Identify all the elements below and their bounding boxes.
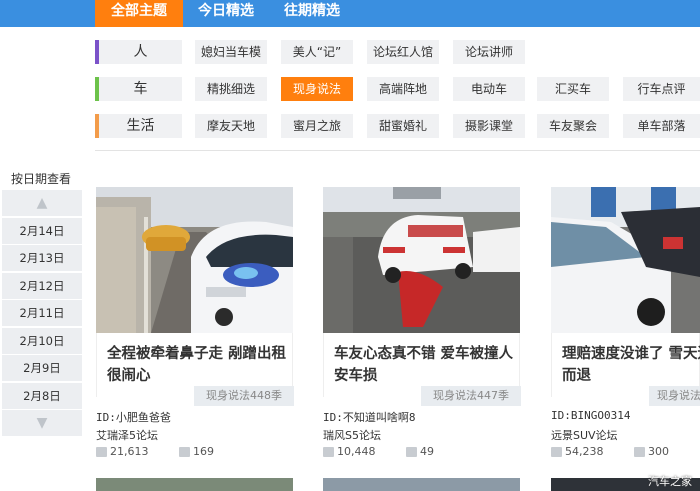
date-item[interactable]: 2月14日: [2, 217, 82, 244]
views-stat: 10,448: [323, 445, 376, 459]
article-stats: 21,613 169: [96, 445, 296, 459]
category-item[interactable]: 单车部落: [623, 114, 700, 138]
date-item[interactable]: 2月12日: [2, 272, 82, 299]
article-title[interactable]: 全程被牵着鼻子走 剐蹭出租很闹心: [107, 343, 292, 387]
date-item[interactable]: 2月10日: [2, 327, 82, 354]
article-card[interactable]: 车友心态真不错 爱车被撞人安车损 现身说法447季 ID:不知道叫啥啊8 瑞风S…: [323, 187, 548, 467]
date-nav-list: ▲ 2月14日 2月13日 2月12日 2月11日 2月10日 2月9日 2月8…: [2, 190, 82, 438]
category-item[interactable]: 论坛红人馆: [367, 40, 439, 64]
category-label: 人: [99, 40, 182, 64]
author-id[interactable]: ID:BINGO0314: [551, 409, 630, 422]
watermark: 汽车之家: [648, 475, 692, 488]
category-item[interactable]: 汇买车: [537, 77, 609, 101]
category-item-active[interactable]: 现身说法: [281, 77, 353, 101]
article-photo-next[interactable]: [323, 478, 520, 491]
tab-today-picks[interactable]: 今日精选: [183, 0, 269, 27]
article-photo[interactable]: [551, 187, 700, 333]
series-tag: 现身说法448季: [194, 386, 294, 406]
category-item[interactable]: 行车点评: [623, 77, 700, 101]
scroll-down-button[interactable]: ▼: [2, 410, 82, 436]
views-icon: [323, 447, 334, 457]
article-photo[interactable]: [96, 187, 293, 333]
category-item[interactable]: 媳妇当车模: [195, 40, 267, 64]
article-photo[interactable]: [323, 187, 520, 333]
category-row-people: 人 媳妇当车模 美人“记” 论坛红人馆 论坛讲师: [95, 40, 700, 64]
category-item[interactable]: 精挑细选: [195, 77, 267, 101]
replies-count: 49: [420, 445, 434, 458]
views-stat: 21,613: [96, 445, 149, 459]
article-title[interactable]: 车友心态真不错 爱车被撞人安车损: [334, 343, 519, 387]
forum-link[interactable]: 瑞风S5论坛: [323, 427, 381, 443]
views-count: 21,613: [110, 445, 149, 458]
category-label: 生活: [99, 114, 182, 138]
tab-past-picks[interactable]: 往期精选: [269, 0, 355, 27]
author-id[interactable]: ID:小肥鱼爸爸: [96, 409, 171, 425]
views-stat: 54,238: [551, 445, 604, 459]
scroll-up-button[interactable]: ▲: [2, 190, 82, 216]
category-item[interactable]: 摩友天地: [195, 114, 267, 138]
category-label: 车: [99, 77, 182, 101]
forum-link[interactable]: 远景SUV论坛: [551, 427, 618, 443]
author-id[interactable]: ID:不知道叫啥啊8: [323, 409, 416, 425]
chevron-down-icon: ▼: [36, 415, 48, 431]
date-item[interactable]: 2月8日: [2, 382, 82, 409]
article-stats: 54,238 300: [551, 445, 700, 459]
article-card[interactable]: 理赔速度没谁了 雪天追尾身而退 现身说法 ID:BINGO0314 远景SUV论…: [551, 187, 700, 467]
series-tag: 现身说法447季: [421, 386, 521, 406]
tab-all-topics[interactable]: 全部主题: [95, 0, 183, 27]
article-card[interactable]: 全程被牵着鼻子走 剐蹭出租很闹心 现身说法448季 ID:小肥鱼爸爸 艾瑞泽5论…: [96, 187, 321, 467]
views-count: 54,238: [565, 445, 604, 458]
category-item[interactable]: 摄影课堂: [453, 114, 525, 138]
views-count: 10,448: [337, 445, 376, 458]
forum-link[interactable]: 艾瑞泽5论坛: [96, 427, 158, 443]
date-item[interactable]: 2月9日: [2, 355, 82, 381]
divider: [95, 150, 700, 151]
category-item[interactable]: 美人“记”: [281, 40, 353, 64]
article-photo-next[interactable]: [96, 478, 293, 491]
category-item[interactable]: 甜蜜婚礼: [367, 114, 439, 138]
chevron-up-icon: ▲: [36, 195, 48, 211]
replies-count: 169: [193, 445, 214, 458]
category-item[interactable]: 车友聚会: [537, 114, 609, 138]
replies-stat: 49: [406, 445, 434, 459]
comment-icon: [179, 447, 190, 457]
article-stats: 10,448 49: [323, 445, 523, 459]
views-icon: [96, 447, 107, 457]
top-nav-bar: 全部主题 今日精选 往期精选: [0, 0, 700, 27]
date-item[interactable]: 2月13日: [2, 245, 82, 271]
category-item[interactable]: 论坛讲师: [453, 40, 525, 64]
article-title[interactable]: 理赔速度没谁了 雪天追尾身而退: [562, 343, 700, 387]
comment-icon: [634, 447, 645, 457]
category-item[interactable]: 蜜月之旅: [281, 114, 353, 138]
replies-stat: 169: [179, 445, 214, 459]
replies-stat: 300: [634, 445, 669, 459]
category-row-life: 生活 摩友天地 蜜月之旅 甜蜜婚礼 摄影课堂 车友聚会 单车部落: [95, 114, 700, 138]
page: 全部主题 今日精选 往期精选 人 媳妇当车模 美人“记” 论坛红人馆 论坛讲师 …: [0, 0, 700, 491]
views-icon: [551, 447, 562, 457]
category-item[interactable]: 电动车: [453, 77, 525, 101]
date-item[interactable]: 2月11日: [2, 300, 82, 326]
category-row-cars: 车 精挑细选 现身说法 高端阵地 电动车 汇买车 行车点评: [95, 77, 700, 101]
category-item[interactable]: 高端阵地: [367, 77, 439, 101]
date-nav-title: 按日期查看: [10, 172, 71, 186]
comment-icon: [406, 447, 417, 457]
replies-count: 300: [648, 445, 669, 458]
series-tag: 现身说法: [649, 386, 700, 406]
